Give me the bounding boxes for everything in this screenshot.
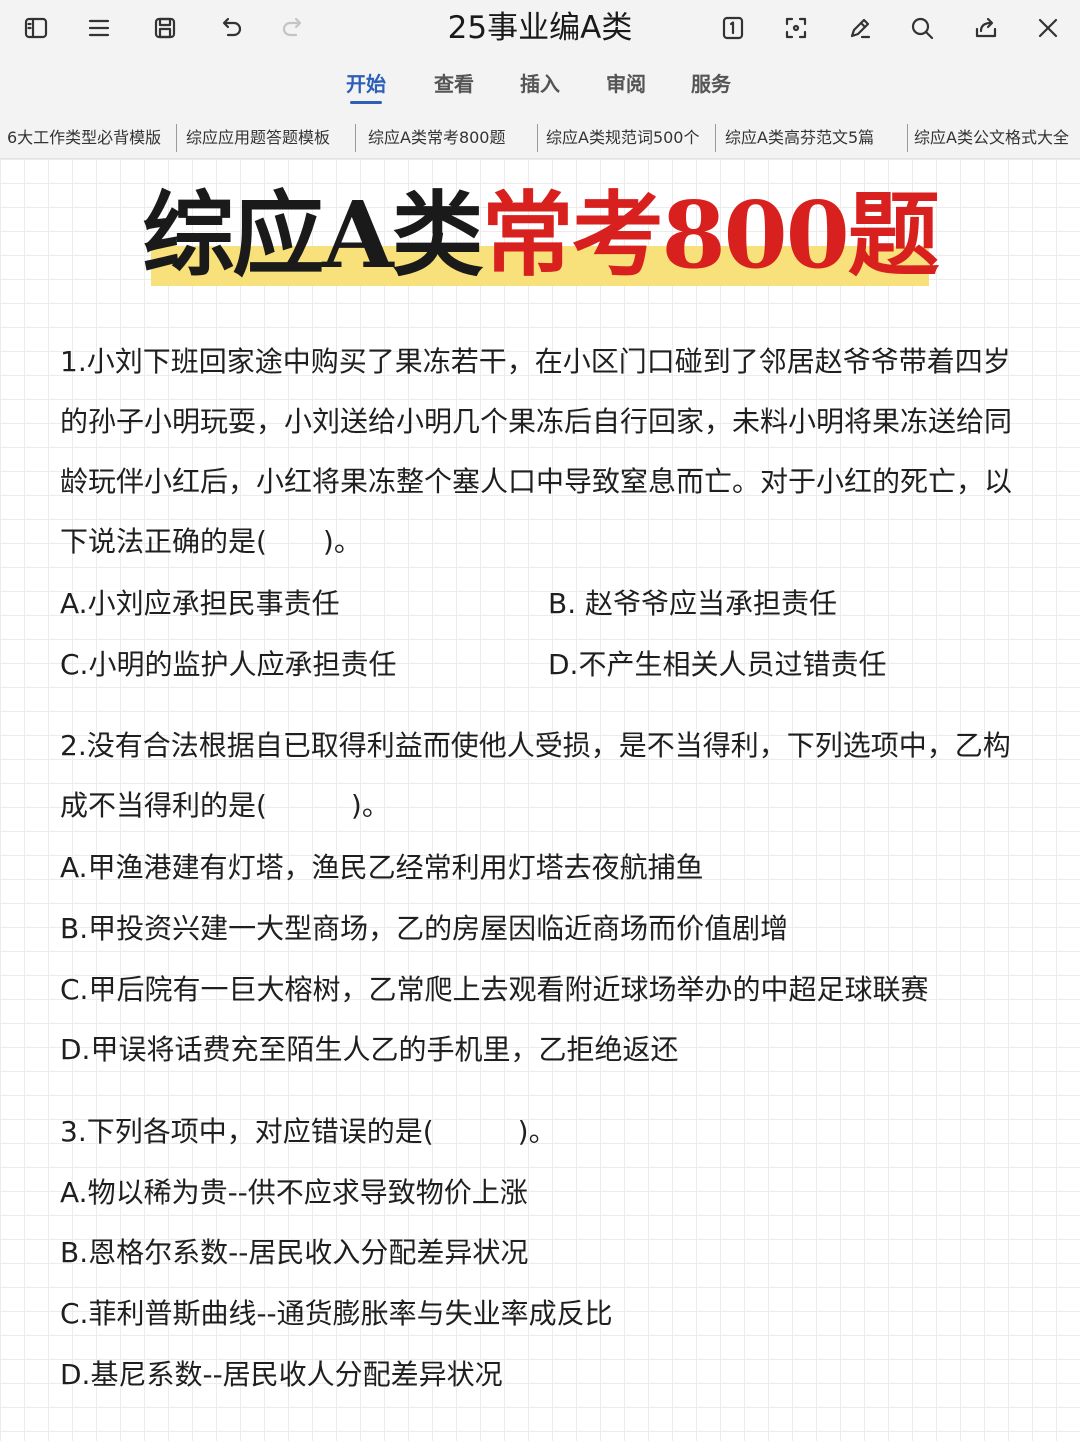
- menu-start[interactable]: 开始: [346, 64, 386, 104]
- save-icon[interactable]: [145, 8, 185, 48]
- close-icon[interactable]: [1028, 8, 1068, 48]
- tab-application-template[interactable]: 综应应用题答题模板: [186, 124, 356, 152]
- tab-500-terms[interactable]: 综应A类规范词500个: [546, 124, 716, 152]
- question-2-option-c: C.甲后院有一巨大榕树，乙常爬上去观看附近球场举办的中超足球联赛: [60, 973, 929, 1006]
- search-icon[interactable]: [902, 8, 942, 48]
- title-red: 常考800题: [481, 181, 940, 289]
- menu-view[interactable]: 查看: [434, 64, 474, 104]
- question-1-option-c: C.小明的监护人应承担责任: [60, 648, 397, 681]
- question-2-option-b: B.甲投资兴建一大型商场，乙的房屋因临近商场而价值剧增: [60, 912, 789, 945]
- menu-icon[interactable]: [79, 8, 119, 48]
- question-3-option-b: B.恩格尔系数--居民收入分配差异状况: [60, 1236, 529, 1269]
- title-black: 综应A类: [142, 181, 483, 289]
- tab-document-formats[interactable]: 综应A类公文格式大全: [914, 124, 1080, 152]
- menu-review[interactable]: 审阅: [606, 64, 646, 104]
- app-toolbar: 25事业编A类 开始 查看 插入 审阅 服务: [0, 0, 1080, 118]
- tab-800-questions[interactable]: 综应A类常考800题: [368, 124, 538, 152]
- question-1-stem: 1.小刘下班回家途中购买了果冻若干，在小区门口碰到了邻居赵爷爷带着四岁的孙子小明…: [60, 345, 1013, 558]
- fullscreen-icon[interactable]: [776, 8, 816, 48]
- document-tab-strip: 6大工作类型必背模版 综应应用题答题模板 综应A类常考800题 综应A类规范词5…: [0, 118, 1080, 159]
- question-2-stem: 2.没有合法根据自已取得利益而使他人受损，是不当得利，下列选项中，乙构成不当得利…: [60, 729, 1011, 822]
- question-3-stem: 3.下列各项中，对应错误的是( )。: [60, 1115, 557, 1148]
- menu-insert[interactable]: 插入: [520, 64, 560, 104]
- redo-icon[interactable]: [273, 8, 313, 48]
- question-3-option-d: D.基尼系数--居民收人分配差异状况: [60, 1358, 503, 1391]
- question-2-option-d: D.甲误将话费充至陌生人乙的手机里，乙拒绝返还: [60, 1033, 679, 1066]
- question-1-option-a: A.小刘应承担民事责任: [60, 587, 340, 620]
- menu-service[interactable]: 服务: [691, 64, 731, 104]
- question-1-option-b: B. 赵爷爷应当承担责任: [548, 587, 838, 620]
- tab-work-types[interactable]: 6大工作类型必背模版: [7, 124, 177, 152]
- page-number-icon[interactable]: [713, 8, 753, 48]
- question-1-option-d: D.不产生相关人员过错责任: [548, 648, 887, 681]
- undo-icon[interactable]: [211, 8, 251, 48]
- question-3-option-c: C.菲利普斯曲线--通货膨胀率与失业率成反比: [60, 1297, 613, 1330]
- tab-sample-essays[interactable]: 综应A类高芬范文5篇: [725, 124, 908, 152]
- edit-pen-icon[interactable]: [840, 8, 880, 48]
- document-title: 25事业编A类: [447, 10, 633, 46]
- share-icon[interactable]: [966, 8, 1006, 48]
- sidebar-icon[interactable]: [16, 8, 56, 48]
- question-2-option-a: A.甲渔港建有灯塔，渔民乙经常利用灯塔去夜航捕鱼: [60, 851, 704, 884]
- question-3-option-a: A.物以稀为贵--供不应求导致物价上涨: [60, 1176, 528, 1209]
- page-title: 综应A类常考800题: [0, 180, 1080, 290]
